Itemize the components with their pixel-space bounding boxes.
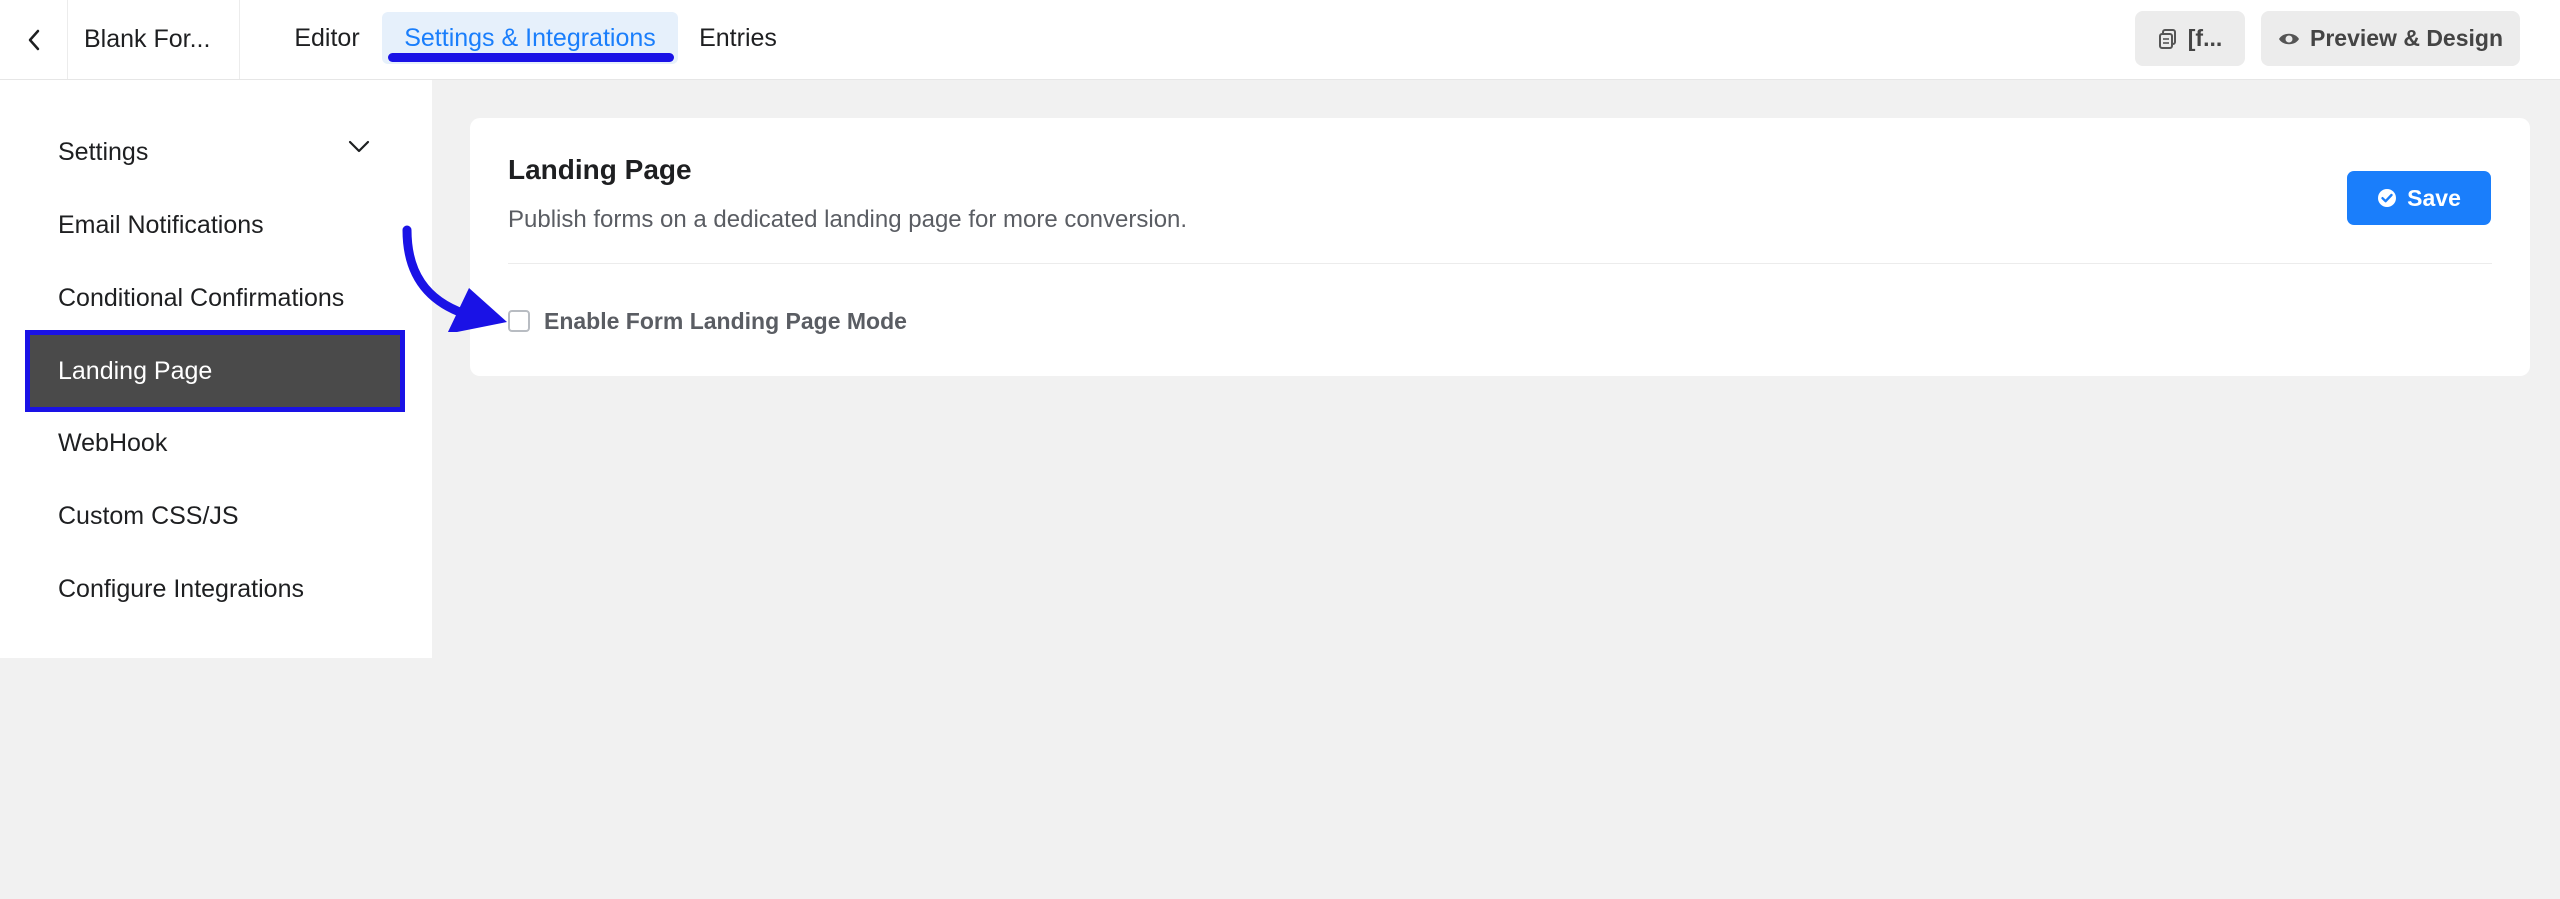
sidebar-item-settings[interactable]: Settings [30,116,400,188]
page-title: Landing Page [508,154,692,185]
preview-label: Preview & Design [2309,25,2504,51]
sidebar-item-label: Custom CSS/JS [58,501,239,530]
landing-page-mode-option[interactable]: Enable Form Landing Page Mode [508,307,907,335]
save-label: Save [2407,184,2461,211]
tab-entries[interactable]: Entries [688,12,788,64]
eye-icon [2278,33,2299,44]
top-bar: Blank For... Editor Settings & Integrati… [0,0,2560,80]
sidebar-item-label: Settings [58,137,149,166]
annotation-underline [388,53,674,62]
sidebar-item-label: Email Notifications [58,210,264,239]
form-title[interactable]: Blank For... [68,0,240,79]
sidebar-item-label: Conditional Confirmations [58,283,345,312]
sidebar-item-label: WebHook [58,428,168,457]
sidebar-item-landing-page[interactable]: Landing Page [25,330,405,412]
tab-editor[interactable]: Editor [282,12,372,64]
check-circle-icon [2378,189,2397,207]
sidebar-item-custom-css-js[interactable]: Custom CSS/JS [30,480,400,552]
page-description: Publish forms on a dedicated landing pag… [508,206,1188,233]
save-button[interactable]: Save [2347,171,2491,225]
shortcode-label: [f... [2187,25,2223,51]
divider [508,263,2492,264]
shortcode-copy-button[interactable]: [f... [2135,11,2245,66]
landing-page-card: Landing Page Publish forms on a dedicate… [470,118,2530,376]
sidebar-item-conditional-confirmations[interactable]: Conditional Confirmations [30,262,400,334]
sidebar-item-webhook[interactable]: WebHook [30,407,400,479]
checkbox-label: Enable Form Landing Page Mode [544,307,907,334]
copy-icon [2158,28,2176,49]
chevron-down-icon [348,140,370,153]
back-button[interactable] [0,0,68,79]
preview-design-button[interactable]: Preview & Design [2261,11,2520,66]
settings-sidebar: Settings Email Notifications Conditional… [0,80,432,658]
annotation-arrow-icon [402,225,507,332]
sidebar-item-configure-integrations[interactable]: Configure Integrations [30,553,400,625]
chevron-left-icon [28,29,39,50]
sidebar-item-label: Landing Page [58,356,213,385]
sidebar-item-email-notifications[interactable]: Email Notifications [30,189,400,261]
sidebar-item-label: Configure Integrations [58,574,304,603]
